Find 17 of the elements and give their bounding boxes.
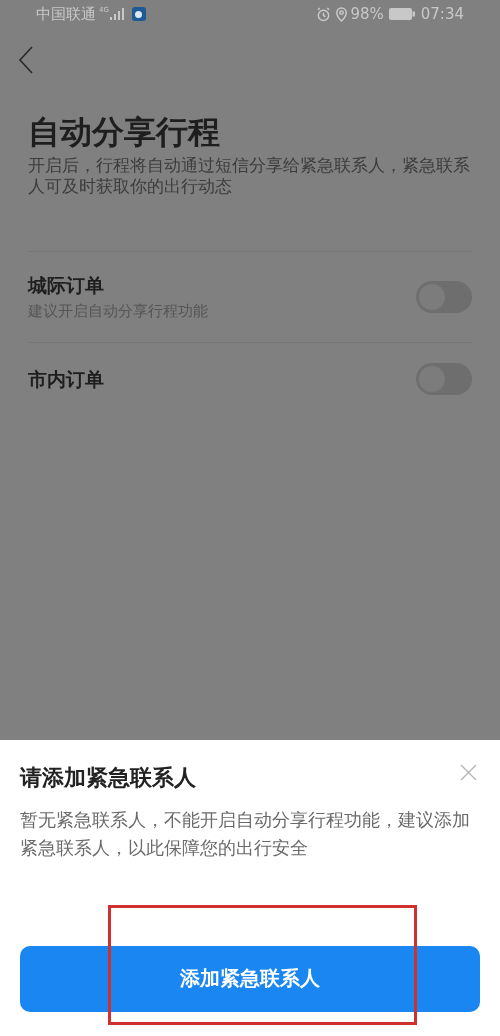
sheet-message: 暂无紧急联系人，不能开启自动分享行程功能，建议添加紧急联系人，以此保障您的出行安全 (20, 808, 471, 860)
page-title: 自动分享行程 (28, 112, 221, 152)
signal-icon (109, 8, 124, 20)
carrier-name: 中国联通 (36, 3, 96, 25)
back-icon[interactable] (18, 46, 34, 74)
battery-percentage: 98% (350, 3, 384, 25)
alarm-icon (316, 6, 332, 22)
setting-label: 市内订单 (28, 367, 105, 392)
add-contact-button[interactable]: 添加紧急联系人 (20, 946, 480, 1012)
setting-label: 城际订单 (28, 273, 105, 298)
page-description: 开启后，行程将自动通过短信分享给紧急联系人，紧急联系人可及时获取你的出行动态 (28, 155, 471, 197)
sheet-title: 请添加紧急联系人 (20, 764, 197, 792)
location-icon (335, 6, 349, 22)
battery-icon (388, 8, 415, 20)
close-icon[interactable] (460, 764, 477, 781)
app-notification-icon (131, 7, 146, 21)
clock-time: 07:34 (420, 3, 464, 25)
